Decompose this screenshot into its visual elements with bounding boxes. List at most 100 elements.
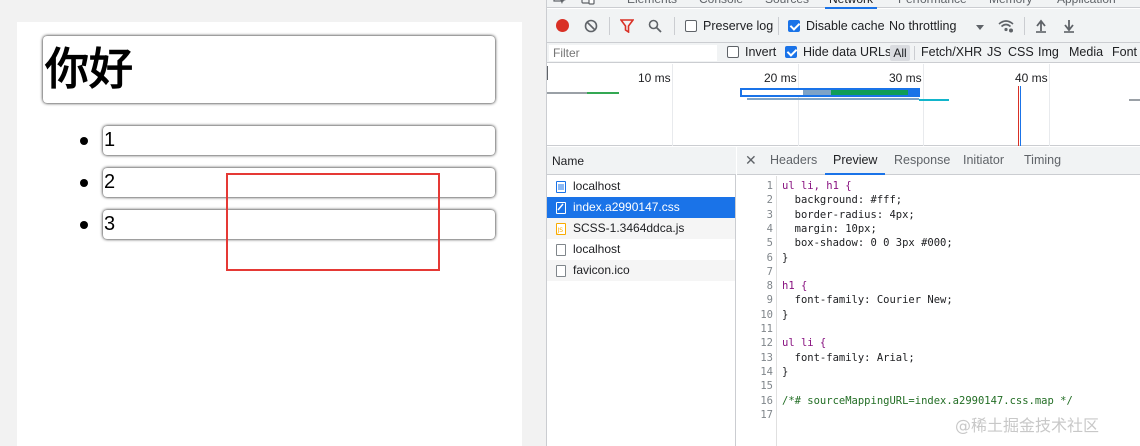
line-number: 1 [766,180,773,192]
line-number: 7 [766,265,773,278]
filter-type-img[interactable]: Img [1038,45,1059,59]
network-toolbar: Preserve log Disable cache No throttling [547,9,1140,43]
code-line: margin: 10px; [782,222,877,235]
blank-file-icon [556,244,566,256]
line-number: 3 [766,208,773,221]
chevron-down-icon[interactable] [976,21,984,30]
record-icon[interactable] [556,19,569,32]
inspect-element-icon[interactable] [553,0,567,5]
overview-tick-20ms: 20 ms [764,71,797,85]
tab-response[interactable]: Response [894,147,950,174]
demo-list-item-1: 1 [103,126,495,155]
code-line: background: #fff; [782,194,903,207]
request-row-selected[interactable]: index.a2990147.css [547,197,735,218]
code-line: h1 { [782,280,808,293]
request-name: favicon.ico [573,263,630,277]
hide-data-urls-checkbox[interactable] [785,46,797,58]
request-list: Name localhost index.a2990147.css JS SCS… [547,147,736,446]
line-number: 15 [760,380,773,393]
svg-text:JS: JS [557,227,564,234]
network-conditions-icon[interactable] [998,18,1014,34]
overview-tick-40ms: 40 ms [1015,71,1048,85]
tab-timing[interactable]: Timing [1024,147,1061,174]
filter-type-css[interactable]: CSS [1008,45,1034,59]
tab-sources[interactable]: Sources [765,0,809,8]
throttling-select[interactable]: No throttling [889,19,956,33]
device-toolbar-icon[interactable] [581,0,595,5]
request-detail-pane: ✕ Headers Preview Response Initiator Tim… [737,147,1140,446]
search-icon[interactable] [648,19,662,33]
request-name: SCSS-1.3464ddca.js [573,221,685,235]
list-bullet [80,137,88,145]
name-column-header[interactable]: Name [547,147,736,175]
list-bullet [80,221,88,229]
blank-file-icon [556,265,566,277]
code-line: font-family: Courier New; [782,294,953,307]
filter-type-media[interactable]: Media [1069,45,1103,59]
filter-icon[interactable] [619,19,635,34]
hide-data-urls-label: Hide data URLs [803,45,892,59]
export-har-icon[interactable] [1063,19,1075,33]
request-name: localhost [573,179,621,193]
detail-tabs: ✕ Headers Preview Response Initiator Tim… [737,147,1140,175]
line-number: 10 [760,308,773,321]
filter-type-fetch-xhr[interactable]: Fetch/XHR [921,45,982,59]
overview-tick-30ms: 30 ms [889,71,922,85]
tab-elements[interactable]: Elements [627,0,677,8]
tab-initiator[interactable]: Initiator [963,147,1004,174]
tab-application[interactable]: Application [1057,0,1116,8]
line-number: 13 [760,351,773,364]
code-line: ul li, h1 { [782,180,852,192]
disable-cache-checkbox[interactable] [788,20,800,32]
tab-console[interactable]: Console [699,0,743,8]
css-preview[interactable]: 1 2 3 4 5 6 7 8 9 10 11 12 13 14 15 16 17 ul li, h1 { ba… [737,176,1140,446]
clear-icon[interactable] [584,19,598,33]
disable-cache-label: Disable cache [806,19,885,33]
tab-network[interactable]: Network [824,0,878,9]
invert-label: Invert [745,45,777,59]
code-line: box-shadow: 0 0 3px #000; [782,237,953,250]
document-icon [556,181,566,193]
annotation-highlight-box [226,173,440,271]
line-number: 9 [766,294,773,307]
request-row[interactable]: localhost [547,176,735,197]
code-line: } [782,365,789,378]
filter-type-font[interactable]: Font [1112,45,1137,59]
code-line: ul li { [782,337,827,350]
watermark: @稀土掘金技术社区 [955,416,1100,435]
filter-type-js[interactable]: JS [987,45,1002,59]
devtools-panel: Elements Console Sources Network Perform… [547,0,1140,446]
line-number: 12 [760,337,773,350]
line-number: 5 [766,237,773,250]
invert-checkbox[interactable] [727,46,739,58]
line-number: 8 [766,280,773,293]
tab-memory[interactable]: Memory [989,0,1032,8]
request-name: localhost [573,242,621,256]
code-line: font-family: Arial; [782,351,915,364]
tab-preview[interactable]: Preview [824,147,887,175]
request-row[interactable]: localhost [547,239,735,260]
request-name: index.a2990147.css [573,200,680,214]
tab-headers[interactable]: Headers [770,147,817,174]
devtools-main-tabs: Elements Console Sources Network Perform… [547,0,1140,9]
request-row[interactable]: JS SCSS-1.3464ddca.js [547,218,735,239]
filter-input[interactable] [549,45,717,61]
request-row[interactable]: favicon.ico [547,260,735,281]
script-icon: JS [556,223,566,235]
close-icon[interactable]: ✕ [745,147,757,173]
code-line: } [782,251,789,264]
line-number: 17 [760,408,773,421]
import-har-icon[interactable] [1035,19,1047,33]
code-line: /*# sourceMappingURL=index.a2990147.css.… [782,394,1073,407]
filter-type-all[interactable]: All [890,45,910,61]
code-line: } [782,308,789,321]
preserve-log-checkbox[interactable] [685,20,697,32]
network-overview-timeline[interactable]: 10 ms 20 ms 30 ms 40 ms [547,64,1140,146]
line-number: 14 [760,365,773,378]
line-number-gutter: 1 2 3 4 5 6 7 8 9 10 11 12 13 14 15 16 17 [737,176,777,446]
stylesheet-icon [556,202,566,214]
demo-heading: 你好 [43,36,495,103]
line-number: 2 [766,194,773,207]
tab-performance[interactable]: Performance [898,0,967,8]
overview-tick-10ms: 10 ms [638,71,671,85]
